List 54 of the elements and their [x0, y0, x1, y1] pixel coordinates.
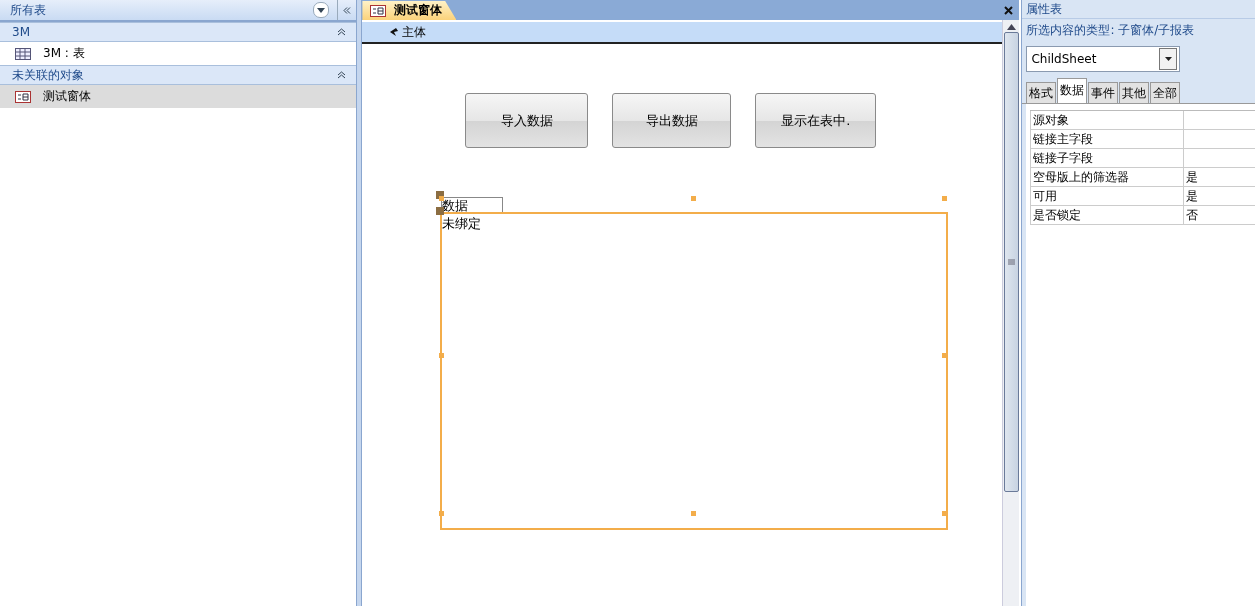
resize-handle[interactable] [942, 353, 948, 358]
nav-item-label: 3M : 表 [43, 45, 85, 62]
resize-handle[interactable] [942, 196, 948, 201]
table-icon [15, 47, 31, 60]
dropdown-button[interactable] [313, 2, 330, 18]
form-icon [370, 4, 387, 17]
caret-icon [317, 7, 326, 13]
subform-text: 未绑定 [442, 215, 482, 233]
property-tab[interactable]: 格式 [1026, 82, 1057, 103]
property-name: 空母版上的筛选器 [1030, 168, 1184, 186]
form-icon [15, 90, 31, 103]
form-button[interactable]: 导出数据 [612, 93, 732, 148]
property-sheet-title: 属性表 [1022, 0, 1255, 19]
resize-handle[interactable] [942, 511, 948, 516]
resize-handle[interactable] [439, 353, 445, 358]
collapse-chevron-icon[interactable] [337, 71, 347, 79]
grip-icon [1007, 259, 1015, 265]
double-chevron-icon [343, 6, 352, 14]
object-combo-box[interactable]: ChildSheet [1026, 46, 1181, 72]
property-name: 链接主字段 [1030, 130, 1184, 148]
form-button[interactable]: 显示在表中. [755, 93, 877, 148]
group-title: 3M [12, 25, 31, 39]
section-marker-icon [390, 28, 400, 36]
property-name: 可用 [1030, 187, 1184, 205]
property-name: 源对象 [1030, 111, 1184, 129]
property-tab[interactable]: 全部 [1150, 82, 1181, 103]
selection-type: 所选内容的类型: 子窗体/子报表 [1025, 22, 1196, 39]
nav-item-label: 测试窗体 [43, 88, 91, 105]
tab-label: 测试窗体 [394, 2, 443, 19]
group-header[interactable]: 未关联的对象 [0, 65, 357, 85]
section-title: 主体 [402, 23, 427, 41]
close-icon[interactable] [1004, 6, 1014, 15]
form-button[interactable]: 导入数据 [465, 93, 589, 148]
collapse-chevron-icon[interactable] [337, 28, 347, 36]
resize-handle[interactable] [691, 511, 697, 516]
resize-handle[interactable] [691, 196, 697, 201]
property-name: 链接子字段 [1030, 149, 1184, 167]
property-value[interactable]: 是 [1183, 187, 1255, 205]
property-tab[interactable]: 其他 [1119, 82, 1150, 103]
group-header[interactable]: 3M [0, 22, 357, 42]
resize-handle[interactable] [439, 511, 445, 516]
property-value[interactable]: 否 [1183, 206, 1255, 224]
property-tab[interactable]: 数据 [1057, 78, 1088, 103]
nav-item[interactable]: 测试窗体 [0, 85, 357, 108]
vertical-scrollbar[interactable] [1002, 20, 1020, 606]
nav-title: 所有表 [10, 1, 47, 19]
scroll-up-arrow-icon[interactable] [1006, 24, 1016, 30]
property-value[interactable]: 是 [1183, 168, 1255, 186]
caret-icon [1164, 57, 1172, 61]
group-title: 未关联的对象 [12, 66, 85, 84]
property-tab[interactable]: 事件 [1088, 82, 1119, 103]
resize-handle[interactable] [439, 196, 445, 201]
property-name: 是否锁定 [1030, 206, 1184, 224]
document-tab[interactable]: 测试窗体 [362, 1, 457, 20]
